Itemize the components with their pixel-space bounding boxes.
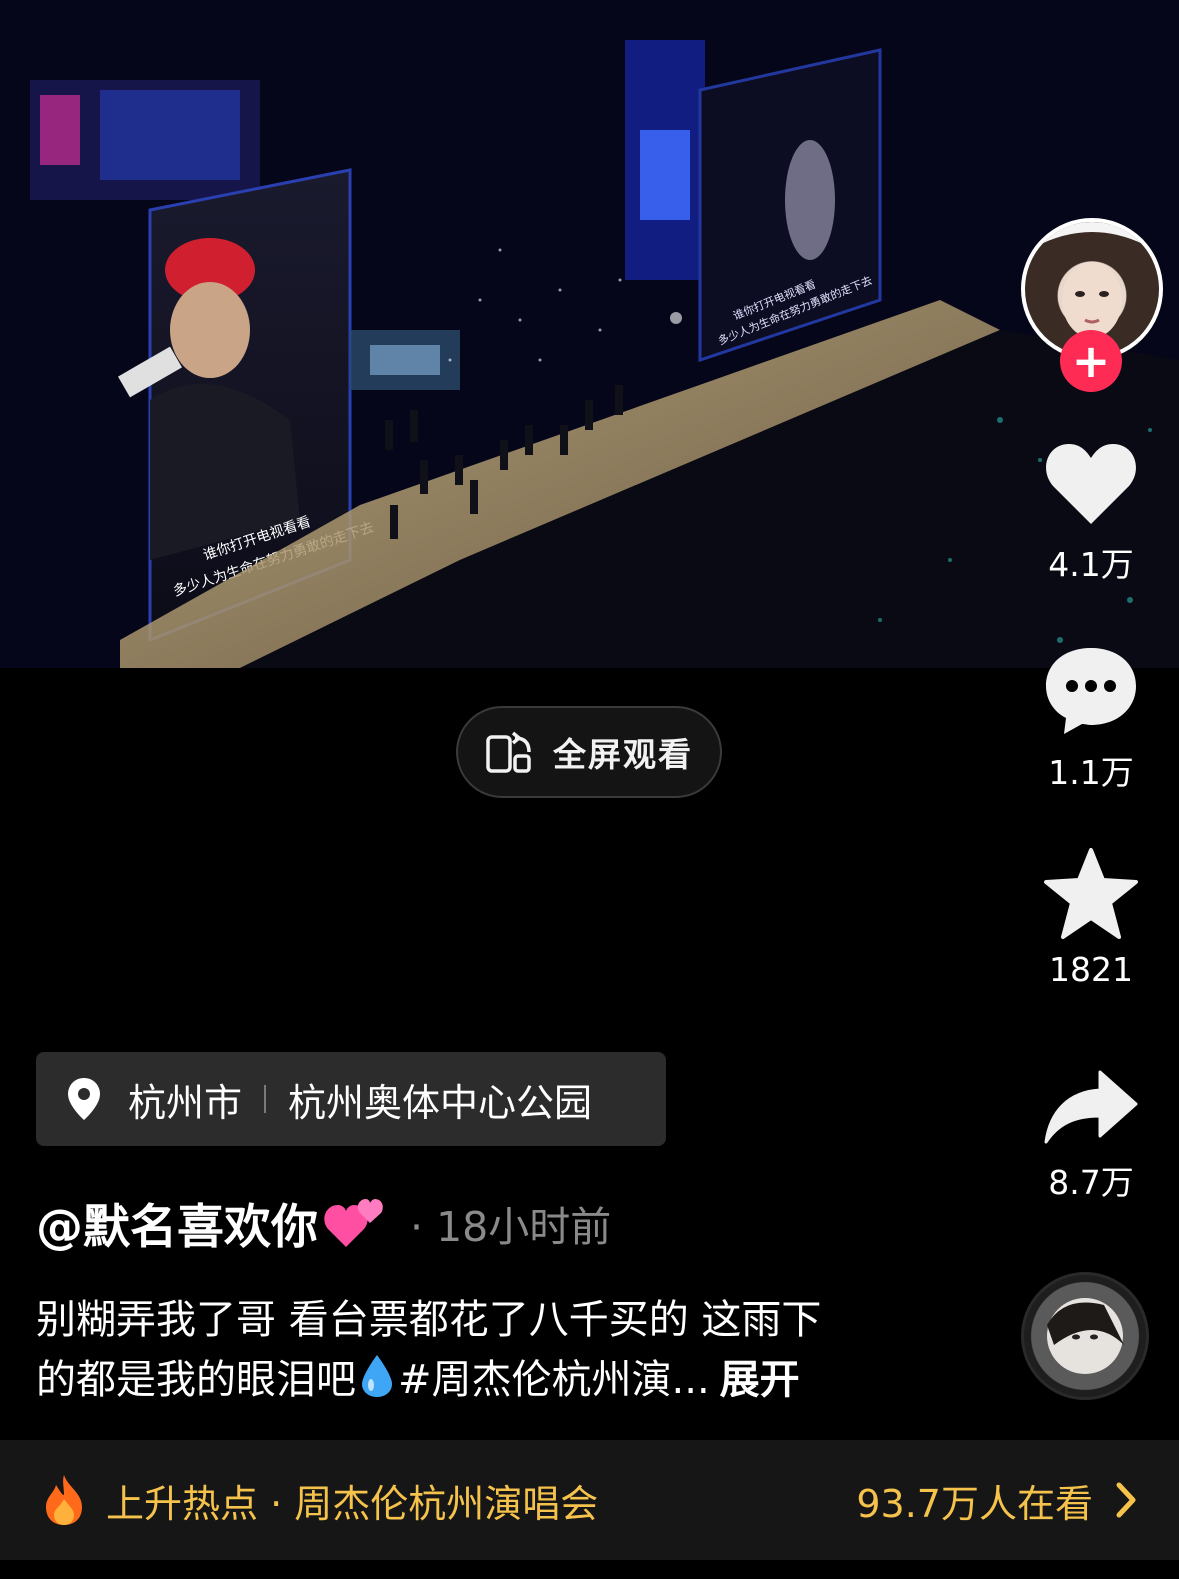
share-count: 8.7万 (1048, 1163, 1134, 1202)
post-time: · 18小时前 (410, 1202, 612, 1251)
music-disc[interactable] (1021, 1272, 1149, 1400)
expand-button[interactable]: 展开 (720, 1357, 800, 1403)
rotate-screen-icon (486, 731, 531, 773)
heart-icon (1046, 444, 1136, 524)
two-hearts-icon (324, 1198, 383, 1247)
location-city: 杭州市 (128, 1080, 243, 1125)
hashtag[interactable]: #周杰伦杭州演... (398, 1357, 710, 1403)
post-caption[interactable]: 别糊弄我了哥 看台票都花了八千买的 这雨下 的都是我的眼泪吧 #周杰伦杭州演..… (36, 1290, 916, 1410)
like-count: 4.1万 (1048, 545, 1134, 584)
comment-count: 1.1万 (1048, 753, 1134, 792)
fullscreen-button[interactable]: 全屏观看 (456, 706, 722, 798)
location-tag[interactable]: 杭州市 杭州奥体中心公园 (36, 1052, 666, 1146)
caption-line-2: 的都是我的眼泪吧 #周杰伦杭州演... 展开 (36, 1350, 916, 1410)
video-player[interactable]: 谁你打开电视看看 多少人为生命在努力勇敢的走下去 谁你打开电视看看 多少人为生命… (0, 0, 1179, 668)
flame-icon (46, 1475, 82, 1525)
fullscreen-label: 全屏观看 (553, 735, 693, 774)
chevron-right-icon (1116, 1482, 1136, 1518)
comment-button[interactable]: 1.1万 (1019, 644, 1163, 794)
location-pin-icon (68, 1078, 100, 1120)
comment-icon (1046, 648, 1136, 734)
star-icon (1044, 848, 1138, 939)
follow-button[interactable]: + (1060, 330, 1122, 392)
share-arrow-icon (1044, 1070, 1138, 1144)
plus-icon: + (1071, 334, 1111, 388)
droplet-icon (362, 1355, 392, 1397)
favorite-count: 1821 (1049, 950, 1133, 989)
author-name[interactable]: @默名喜欢你 (36, 1188, 318, 1257)
trending-bar[interactable]: 上升热点 · 周杰伦杭州演唱会 93.7万人在看 (0, 1440, 1179, 1560)
location-divider (264, 1085, 267, 1113)
author-row: @默名喜欢你 · 18小时前 (36, 1188, 611, 1257)
favorite-button[interactable]: 1821 (1019, 848, 1163, 989)
caption-text: 的都是我的眼泪吧 (36, 1357, 356, 1403)
caption-line-1: 别糊弄我了哥 看台票都花了八千买的 这雨下 (36, 1297, 822, 1343)
concert-scene: 谁你打开电视看看 多少人为生命在努力勇敢的走下去 谁你打开电视看看 多少人为生命… (0, 0, 1179, 668)
trending-label: 上升热点 · 周杰伦杭州演唱会 (106, 1481, 599, 1526)
share-button[interactable]: 8.7万 (1019, 1068, 1163, 1204)
location-place: 杭州奥体中心公园 (288, 1080, 593, 1125)
viewer-count: 93.7万人在看 (856, 1481, 1093, 1526)
like-button[interactable]: 4.1万 (1019, 440, 1163, 586)
